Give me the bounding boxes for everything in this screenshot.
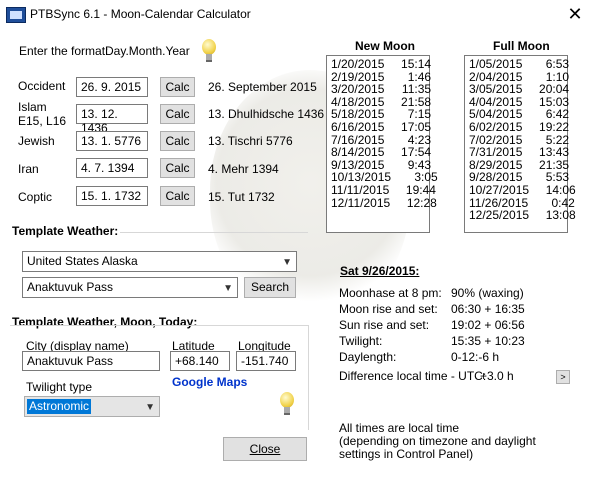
calc-button-islam[interactable]: Calc: [160, 104, 195, 124]
app-icon: [6, 7, 26, 23]
region-select-value: United States Alaska: [27, 254, 138, 268]
date-input-iran[interactable]: 4. 7. 1394: [76, 158, 148, 178]
calc-button-coptic[interactable]: Calc: [160, 186, 195, 206]
sunrise-label: Sun rise and set:: [339, 318, 430, 332]
close-button-label: Close: [249, 442, 281, 456]
place-select-value: Anaktuvuk Pass: [27, 280, 114, 294]
twilight-label: Twilight:: [339, 334, 383, 348]
timezone-note: All times are local time (depending on t…: [339, 421, 536, 461]
region-select[interactable]: United States Alaska ▼: [22, 251, 297, 272]
calendar-name-jewish: Jewish: [18, 134, 55, 148]
moonphase-value: 90% (waxing): [451, 286, 524, 300]
date-input-islam[interactable]: 13. 12. 1436: [76, 104, 148, 135]
calendar-name-iran: Iran: [18, 162, 39, 176]
city-input[interactable]: Anaktuvuk Pass: [22, 351, 160, 371]
full-moon-heading: Full Moon: [493, 39, 550, 53]
close-button[interactable]: Close: [223, 437, 307, 461]
full-moon-list[interactable]: 1/05/2015 6:53 2/04/2015 1:10 3/05/2015 …: [464, 55, 576, 233]
sunrise-value: 19:02 + 06:56: [451, 318, 525, 332]
calendar-name-occident: Occident: [18, 79, 66, 93]
twilight-type-label: Twilight type: [26, 380, 93, 394]
search-button[interactable]: Search: [244, 277, 296, 298]
lightbulb-icon[interactable]: [278, 392, 296, 418]
result-coptic: 15. Tut 1732: [208, 190, 275, 204]
moonrise-value: 06:30 + 16:35: [451, 302, 525, 316]
format-value: Day.Month.Year: [105, 44, 190, 58]
lightbulb-icon[interactable]: [200, 39, 218, 65]
calc-button-jewish[interactable]: Calc: [160, 131, 195, 151]
result-iran: 4. Mehr 1394: [208, 162, 279, 176]
main-window: PTBSync 6.1 - Moon-Calendar Calculator ✕…: [0, 0, 598, 478]
place-select[interactable]: Anaktuvuk Pass ▼: [22, 277, 238, 298]
latitude-input[interactable]: +68.140: [170, 351, 230, 371]
date-input-occident[interactable]: 26. 9. 2015: [76, 77, 148, 97]
format-label: Enter the format:: [19, 44, 109, 58]
list-item: 12/25/2015 13:08: [469, 208, 576, 223]
calc-button-occident[interactable]: Calc: [160, 77, 195, 97]
result-jewish: 13. Tischri 5776: [208, 134, 293, 148]
utc-diff-value: +3.0 h: [480, 369, 514, 383]
calendar-name-islam: Islam E15, L16: [18, 100, 67, 128]
google-maps-link[interactable]: Google Maps: [172, 375, 247, 389]
twilight-type-value: Astronomic: [27, 399, 92, 414]
twilight-value: 15:35 + 10:23: [451, 334, 525, 348]
utc-diff-label: Difference local time - UTC:: [339, 369, 487, 383]
date-input-coptic[interactable]: 15. 1. 1732: [76, 186, 148, 206]
result-islam: 13. Dhulhidsche 1436: [208, 107, 325, 121]
twilight-type-select[interactable]: Astronomic ▼: [24, 396, 160, 417]
daylength-label: Daylength:: [339, 350, 397, 364]
close-icon[interactable]: ✕: [560, 2, 590, 26]
daylength-value: 0-12:-6 h: [451, 350, 500, 364]
list-item: 12/11/2015 12:28: [331, 195, 437, 210]
calendar-name-coptic: Coptic: [18, 190, 53, 204]
calc-button-iran[interactable]: Calc: [160, 158, 195, 178]
chevron-down-icon: ▼: [223, 283, 233, 294]
window-title: PTBSync 6.1 - Moon-Calendar Calculator: [30, 7, 251, 21]
title-bar: PTBSync 6.1 - Moon-Calendar Calculator ✕: [0, 0, 598, 30]
longitude-input[interactable]: -151.740: [236, 351, 296, 371]
moonrise-label: Moon rise and set:: [339, 302, 438, 316]
moonphase-label: Moonhase at 8 pm:: [339, 286, 442, 300]
more-button[interactable]: >: [556, 370, 570, 384]
today-heading: Sat 9/26/2015:: [340, 264, 420, 278]
new-moon-list[interactable]: 1/20/2015 15:14 2/19/2015 1:46 3/20/2015…: [326, 55, 438, 233]
template-weather-heading: Template Weather:: [10, 224, 121, 238]
chevron-down-icon: ▼: [145, 402, 155, 413]
chevron-down-icon: ▼: [282, 257, 292, 268]
result-occident: 26. September 2015: [208, 80, 317, 94]
date-input-jewish[interactable]: 13. 1. 5776: [76, 131, 148, 151]
new-moon-heading: New Moon: [355, 39, 415, 53]
